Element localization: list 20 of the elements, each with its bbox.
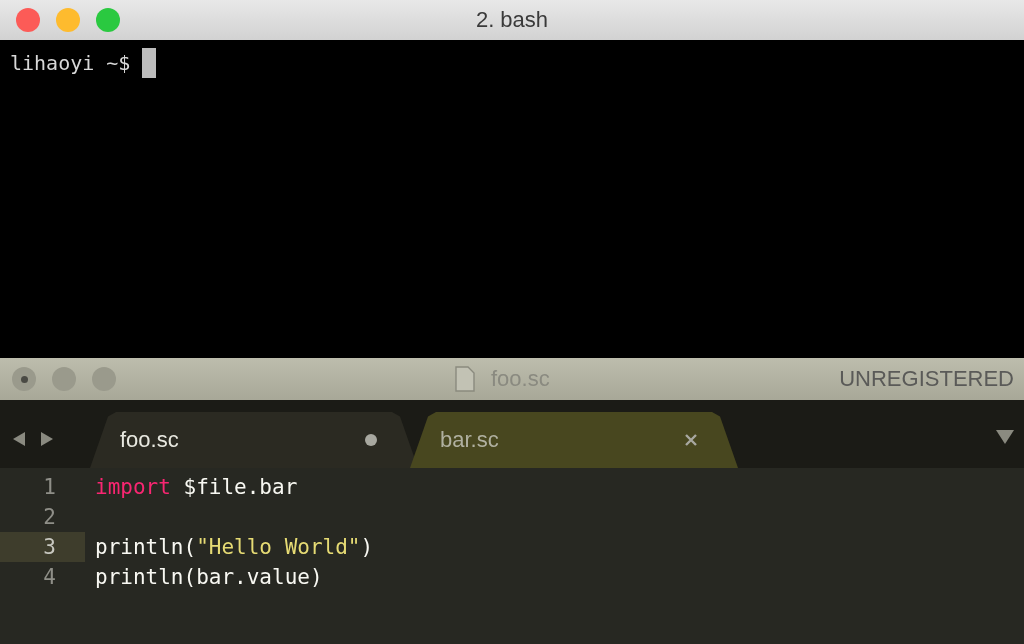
dropdown-arrow-icon[interactable] [996, 430, 1014, 444]
window-title: 2. bash [475, 7, 549, 33]
shell-prompt: lihaoyi ~$ [10, 50, 131, 77]
line-number: 2 [42, 504, 57, 531]
line-number: 1 [42, 474, 57, 501]
close-button[interactable] [12, 367, 36, 391]
line-number: 3 [0, 532, 85, 562]
text-cursor [142, 48, 157, 78]
code-line: println("Hello World") [94, 535, 374, 559]
unregistered-label: UNREGISTERED [839, 366, 1015, 392]
editor-tab[interactable]: bar.sc [410, 412, 738, 468]
forward-arrow-icon[interactable] [40, 432, 54, 446]
code-line: import $file.bar [94, 475, 298, 499]
document-icon [455, 366, 475, 392]
close-button[interactable] [16, 8, 40, 32]
unsaved-dot-icon[interactable] [364, 433, 378, 447]
code-line: println(bar.value) [94, 565, 323, 589]
close-icon[interactable] [684, 433, 698, 447]
back-arrow-icon[interactable] [12, 432, 26, 446]
line-number: 4 [42, 564, 57, 591]
